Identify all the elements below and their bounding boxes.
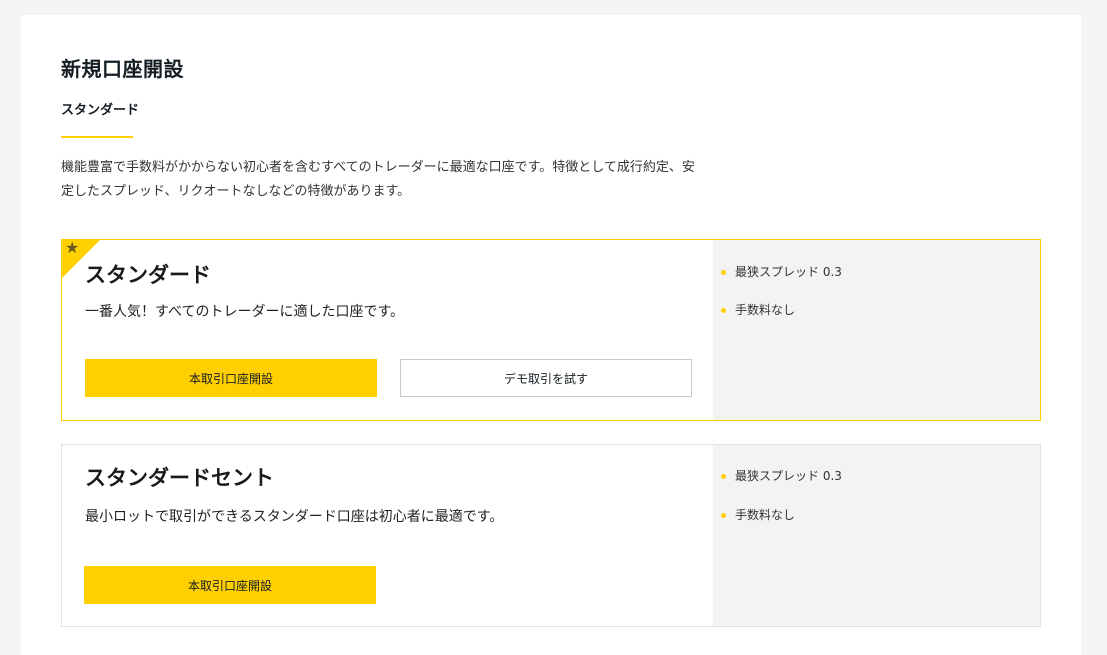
feature-item: 最狭スプレッド 0.3 (721, 263, 842, 281)
bullet-icon (721, 474, 726, 479)
feature-item: 手数料なし (721, 506, 796, 524)
account-card-standard-cent: スタンダードセント 最小ロットで取引ができるスタンダード口座は初心者に最適です。… (61, 444, 1041, 627)
bullet-icon (721, 270, 726, 275)
card-description: 一番人気！すべてのトレーダーに適した口座です。 (85, 304, 405, 320)
feature-text: 手数料なし (735, 303, 796, 317)
feature-item: 手数料なし (721, 301, 796, 319)
feature-text: 最狭スプレッド 0.3 (735, 265, 842, 279)
tab-active-indicator (61, 136, 133, 138)
feature-list: 最狭スプレッド 0.3 手数料なし (713, 240, 1040, 420)
bullet-icon (721, 308, 726, 313)
page-title: 新規口座開設 (61, 57, 184, 81)
feature-text: 手数料なし (735, 508, 796, 522)
card-title: スタンダード (85, 263, 211, 287)
tab-standard-label: スタンダード (61, 103, 140, 118)
star-icon: ★ (65, 239, 80, 257)
feature-list: 最狭スプレッド 0.3 手数料なし (713, 445, 1040, 626)
card-description: 最小ロットで取引ができるスタンダード口座は初心者に最適です。 (85, 509, 504, 525)
open-live-account-button[interactable]: 本取引口座開設 (85, 359, 377, 397)
account-card-standard: ★ スタンダード 一番人気！すべてのトレーダーに適した口座です。 本取引口座開設… (61, 239, 1041, 421)
bullet-icon (721, 513, 726, 518)
intro-text: 機能豊富で手数料がかからない初心者を含むすべてのトレーダーに最適な口座です。特徴… (61, 156, 721, 204)
feature-item: 最狭スプレッド 0.3 (721, 467, 842, 485)
try-demo-button[interactable]: デモ取引を試す (400, 359, 692, 397)
intro-line-1: 機能豊富で手数料がかからない初心者を含むすべてのトレーダーに最適な口座です。特徴… (61, 160, 695, 175)
feature-text: 最狭スプレッド 0.3 (735, 469, 842, 483)
open-live-account-button[interactable]: 本取引口座開設 (84, 566, 376, 604)
card-title: スタンダードセント (85, 466, 274, 490)
intro-line-2: 定したスプレッド、リクオートなしなどの特徴があります。 (61, 184, 411, 199)
tab-standard[interactable]: スタンダード (61, 99, 139, 139)
content-panel: 新規口座開設 スタンダード 機能豊富で手数料がかからない初心者を含むすべてのトレ… (21, 15, 1081, 655)
